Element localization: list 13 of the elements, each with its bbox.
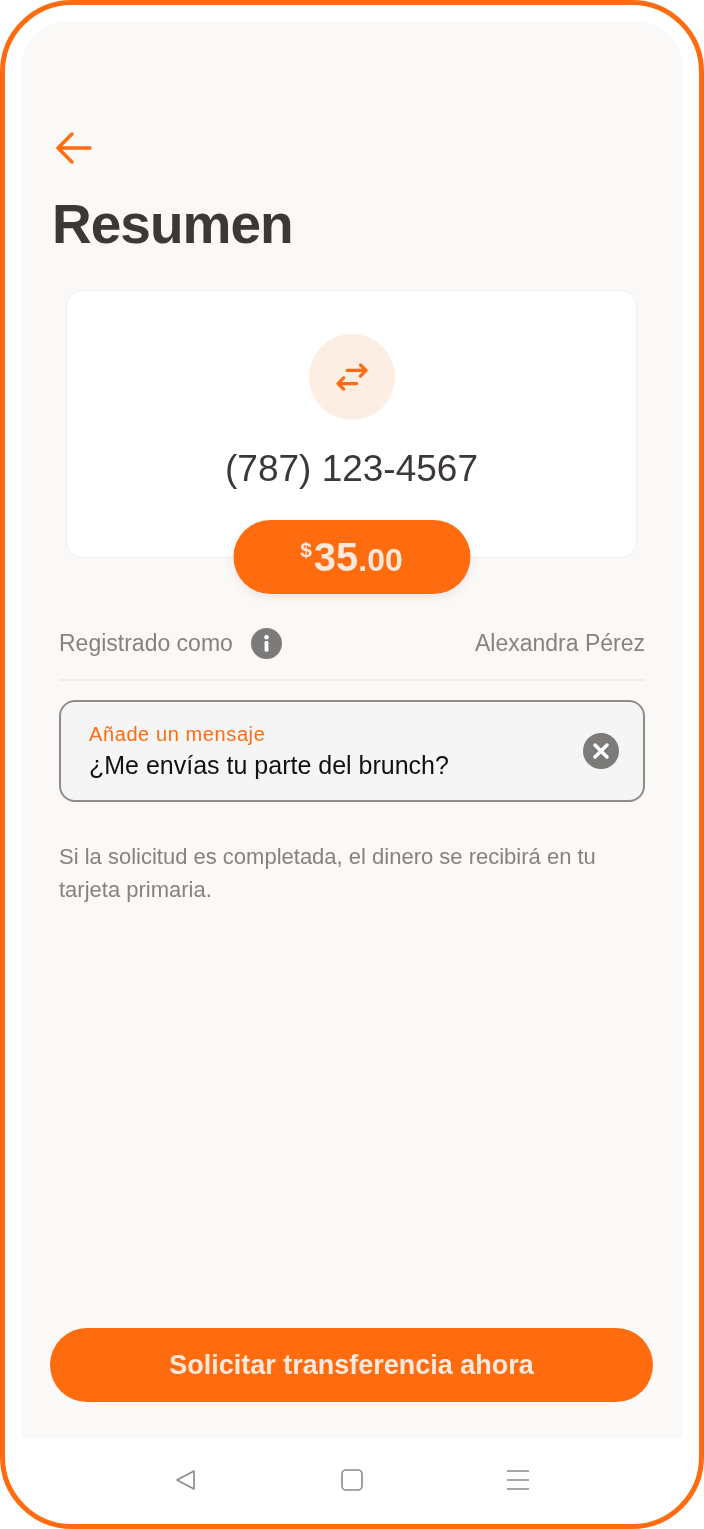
page-title: Resumen bbox=[52, 192, 294, 256]
phone-number: (787) 123-4567 bbox=[225, 448, 478, 490]
home-nav-icon[interactable] bbox=[340, 1468, 364, 1492]
back-nav-icon[interactable] bbox=[174, 1468, 198, 1492]
menu-nav-icon[interactable] bbox=[506, 1468, 530, 1492]
registered-name: Alexandra Pérez bbox=[474, 630, 645, 657]
message-field[interactable]: Añade un mensaje ¿Me envías tu parte del brunch? bbox=[59, 700, 645, 802]
info-icon[interactable] bbox=[250, 628, 282, 659]
clear-icon[interactable] bbox=[583, 733, 619, 769]
amount-badge: $35.00 bbox=[233, 520, 470, 594]
back-icon[interactable] bbox=[56, 131, 92, 165]
registered-label: Registrado como bbox=[59, 630, 233, 657]
info-note: Si la solicitud es completada, el dinero se recibirá en tu tarjeta primaria. bbox=[59, 843, 597, 904]
